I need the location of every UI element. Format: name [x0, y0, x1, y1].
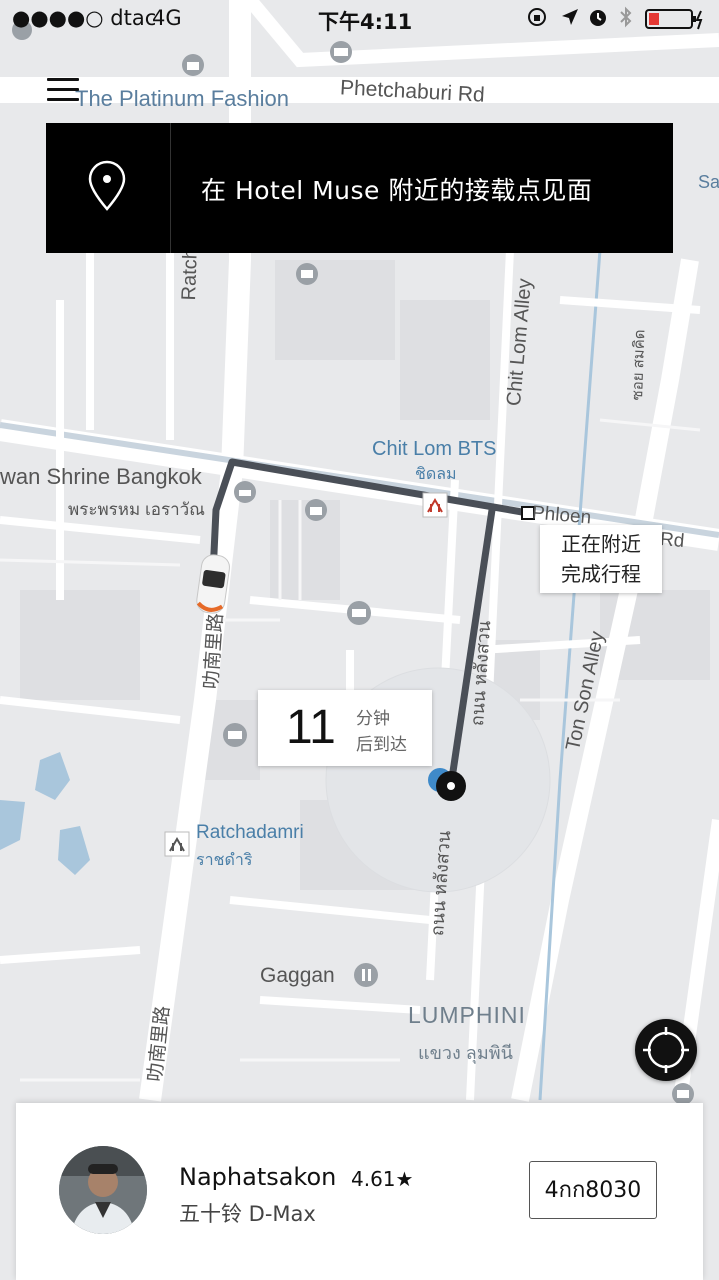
- map-label-sa: Sa: [698, 172, 719, 192]
- map-label-soi-thai: ซอย สมคิด: [628, 329, 649, 401]
- location-pin-icon: [46, 123, 171, 253]
- map-label-phloen-rd: Rd: [659, 528, 686, 553]
- license-plate: 4กก8030: [529, 1161, 657, 1219]
- battery-icon: [645, 9, 705, 36]
- network-label: 4G: [152, 6, 182, 30]
- nearby-line-1: 正在附近: [561, 532, 641, 556]
- lock-rotation-icon: [527, 7, 547, 32]
- map-label-ratchadamri-cn-1: 叻南里路: [200, 612, 228, 690]
- alarm-icon: [588, 7, 608, 32]
- eta-callout: 11 分钟 后到达: [258, 690, 432, 766]
- map-label-ratchadamri-station-thai: ราชดำริ: [196, 852, 253, 869]
- crosshair-icon: [643, 1027, 689, 1073]
- eta-suffix: 后到达: [356, 735, 407, 755]
- location-arrow-icon: [560, 7, 580, 32]
- driver-card[interactable]: Naphatsakon 4.61★ 五十铃 D-Max 4กก8030: [16, 1103, 703, 1280]
- bluetooth-icon: [618, 5, 634, 34]
- driver-rating: 4.61★: [351, 1167, 414, 1191]
- map-label-ratchadamri-station: Ratchadamri: [196, 822, 304, 843]
- nearby-line-2: 完成行程: [561, 562, 641, 586]
- map-label-chitlom-bts-thai: ชิดลม: [415, 466, 457, 483]
- map-label-platinum: The Platinum Fashion: [75, 86, 289, 111]
- map-label-chitlom-bts: Chit Lom BTS: [372, 438, 497, 460]
- map-label-lumphini: LUMPHINI: [408, 1002, 526, 1028]
- banner-text: 在 Hotel Muse 附近的接载点见面: [201, 176, 593, 205]
- map-label-gaggan: Gaggan: [260, 964, 335, 987]
- map-label-lumphini-thai: แขวง ลุมพินี: [418, 1043, 513, 1063]
- driver-name: Naphatsakon: [179, 1163, 337, 1191]
- nearby-completing-trip-callout: 正在附近 完成行程: [540, 525, 662, 593]
- pickup-instruction-banner: 在 Hotel Muse 附近的接载点见面: [46, 123, 673, 253]
- recenter-location-button[interactable]: [635, 1019, 697, 1081]
- eta-unit: 分钟: [356, 709, 390, 729]
- vehicle-model: 五十铃 D-Max: [179, 1202, 316, 1226]
- eta-minutes: 11: [286, 701, 336, 754]
- map-label-shrine: wan Shrine Bangkok: [0, 464, 202, 489]
- map-label-shrine-thai: พระพรหม เอราวัณ: [68, 500, 205, 519]
- carrier-label: ●●●●○ dtac: [12, 6, 157, 30]
- status-bar: ●●●●○ dtac 4G 下午4:11: [0, 0, 719, 40]
- driver-avatar: [59, 1146, 147, 1234]
- menu-icon[interactable]: [47, 78, 79, 102]
- time-label: 下午4:11: [318, 10, 413, 34]
